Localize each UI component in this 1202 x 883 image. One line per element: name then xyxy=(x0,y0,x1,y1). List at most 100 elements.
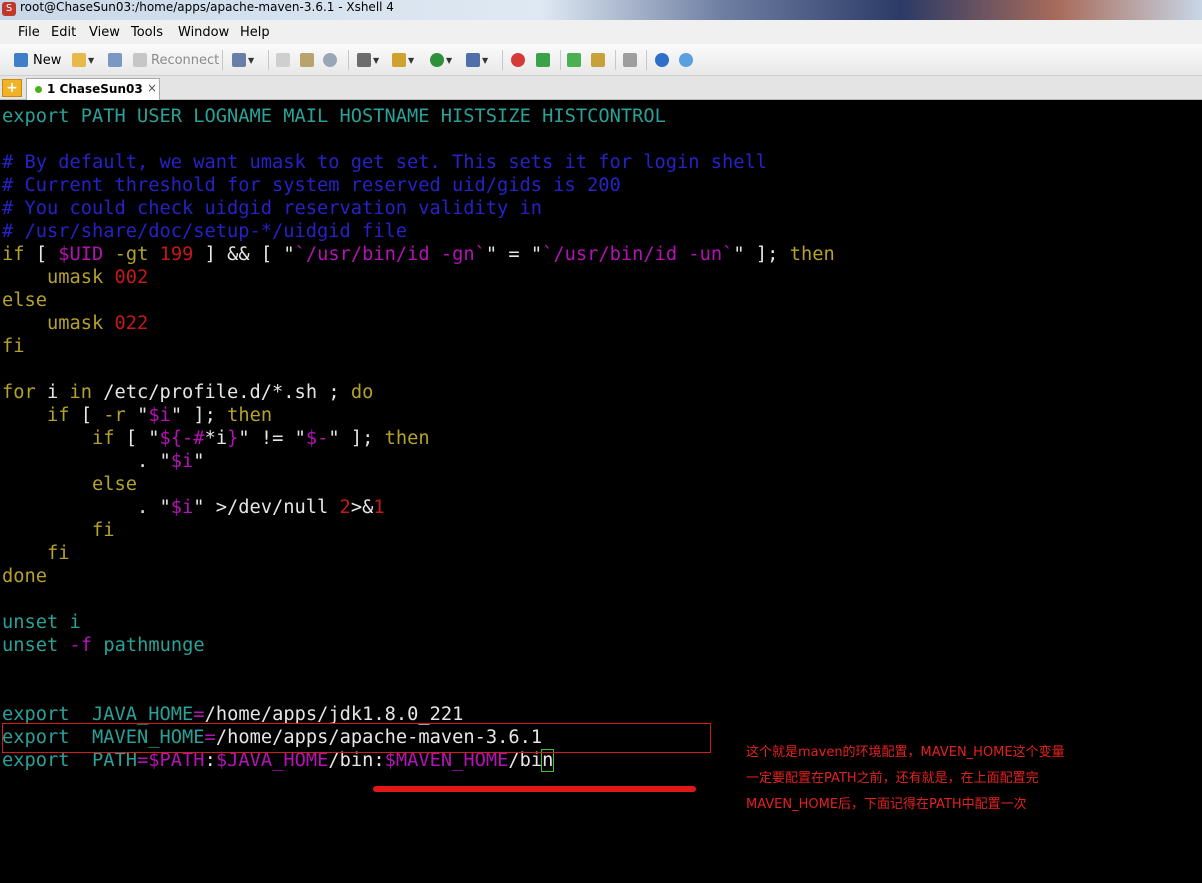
menu-view[interactable]: View xyxy=(89,25,120,40)
new-label: New xyxy=(33,52,62,68)
terminal-token: [ " xyxy=(114,428,160,449)
terminal-line: unset i xyxy=(2,611,81,634)
copy-icon xyxy=(276,53,290,67)
paste-icon xyxy=(300,53,314,67)
terminal-token: } xyxy=(227,428,239,449)
add-tab-button[interactable]: + xyxy=(2,79,22,97)
help-button[interactable] xyxy=(655,52,669,68)
folder-icon xyxy=(72,53,86,67)
terminal-token: /bi xyxy=(508,750,543,771)
font-icon xyxy=(466,53,480,67)
transfer-icon xyxy=(392,53,406,67)
toolbar-separator xyxy=(348,50,349,70)
terminal-token: $MAVEN_HOME xyxy=(384,750,509,771)
find-button[interactable] xyxy=(323,52,337,68)
terminal-token: in xyxy=(69,382,93,403)
chevron-down-icon: ▼ xyxy=(248,55,255,65)
terminal-token: then xyxy=(227,405,273,426)
grid-icon xyxy=(567,53,581,67)
terminal-token: " = " xyxy=(485,244,543,265)
terminal-token: 022 xyxy=(114,313,149,334)
close-tab-icon[interactable]: × xyxy=(147,81,157,95)
terminal-line: # By default, we want umask to get set. … xyxy=(2,151,767,174)
terminal-line: for i in /etc/profile.d/*.sh ; do xyxy=(2,381,373,404)
terminal-token: /bin: xyxy=(328,750,385,771)
xshell-app-icon: S xyxy=(2,2,16,16)
terminal-token: 1 xyxy=(373,497,385,518)
help-icon xyxy=(655,53,669,67)
chat-button[interactable] xyxy=(679,52,693,68)
new-session-icon xyxy=(14,53,28,67)
menu-edit[interactable]: Edit xyxy=(51,25,76,40)
chevron-down-icon: ▼ xyxy=(373,55,380,65)
terminal-line: else xyxy=(2,289,47,312)
terminal-token: export xyxy=(2,106,70,127)
menu-tools[interactable]: Tools xyxy=(131,25,163,40)
toolbar-separator xyxy=(502,50,503,70)
terminal-token: done xyxy=(2,566,48,587)
terminal-line: export PATH USER LOGNAME MAIL HOSTNAME H… xyxy=(2,105,666,128)
chevron-down-icon: ▼ xyxy=(482,55,489,65)
menu-help[interactable]: Help xyxy=(240,25,270,40)
open-button[interactable]: ▼ xyxy=(72,52,94,68)
layout-button[interactable] xyxy=(567,52,581,68)
terminal-line: else xyxy=(2,473,137,496)
toolbar: New ▼ Reconnect ▼ ▼ ▼ ▼ ▼ xyxy=(0,44,1202,76)
terminal-screen[interactable]: export PATH USER LOGNAME MAIL HOSTNAME H… xyxy=(0,101,1202,883)
menu-file[interactable]: File xyxy=(18,25,40,40)
window-titlebar[interactable]: S root@ChaseSun03:/home/apps/apache-mave… xyxy=(0,0,1202,20)
terminal-token: [ xyxy=(69,405,104,426)
terminal-token: fi xyxy=(47,543,70,564)
terminal-line: # You could check uidgid reservation val… xyxy=(2,197,542,220)
tab-chasesun03[interactable]: 1 ChaseSun03 × xyxy=(26,78,160,100)
menu-window[interactable]: Window xyxy=(178,25,229,40)
terminal-token: $UID xyxy=(58,244,104,265)
new-session-button[interactable]: New xyxy=(14,52,61,68)
terminal-token: . " xyxy=(2,451,171,472)
terminal-line: done xyxy=(2,565,47,588)
tunnel-button[interactable] xyxy=(536,52,550,68)
lock-button[interactable] xyxy=(591,52,605,68)
terminal-token: unset xyxy=(2,635,59,656)
connect-button[interactable] xyxy=(108,52,122,68)
keyboard-button[interactable] xyxy=(623,52,637,68)
properties-button[interactable]: ▼ xyxy=(232,52,254,68)
annotation-line-2: 一定要配置在PATH之前，还有就是，在上面配置完 xyxy=(746,771,1039,786)
copy-button[interactable] xyxy=(276,52,290,68)
font-button[interactable]: ▼ xyxy=(466,52,488,68)
terminal-token: # /usr/share/doc/setup-*/uidgid file xyxy=(2,221,408,242)
terminal-token: [ xyxy=(24,244,59,265)
paste-button[interactable] xyxy=(300,52,314,68)
terminal-token: # By default, we want umask to get set. … xyxy=(2,152,768,173)
terminal-line: fi xyxy=(2,542,70,565)
xftp-icon xyxy=(511,53,525,67)
menu-bar: File Edit View Tools Window Help xyxy=(0,20,1202,44)
reconnect-button[interactable]: Reconnect xyxy=(133,52,219,68)
terminal-line: # Current threshold for system reserved … xyxy=(2,174,621,197)
terminal-token: export xyxy=(2,750,70,771)
terminal-token: /home/apps/jdk1.8.0_221 xyxy=(204,704,464,725)
terminal-token: then xyxy=(789,244,835,265)
terminal-token: `/usr/bin/id -gn` xyxy=(294,244,486,265)
terminal-token: # Current threshold for system reserved … xyxy=(2,175,621,196)
terminal-token: $i xyxy=(148,405,171,426)
reconnect-icon xyxy=(133,53,147,67)
transfer-button[interactable]: ▼ xyxy=(392,52,414,68)
chevron-down-icon: ▼ xyxy=(88,55,95,65)
terminal-token: else xyxy=(92,474,138,495)
globe-button[interactable]: ▼ xyxy=(430,52,452,68)
terminal-token: fi xyxy=(2,336,25,357)
terminal-token: export xyxy=(2,704,70,725)
print-button[interactable]: ▼ xyxy=(357,52,379,68)
xftp-button[interactable] xyxy=(511,52,525,68)
annotation-line-1: 这个就是maven的环境配置，MAVEN_HOME这个变量 xyxy=(746,745,1065,760)
